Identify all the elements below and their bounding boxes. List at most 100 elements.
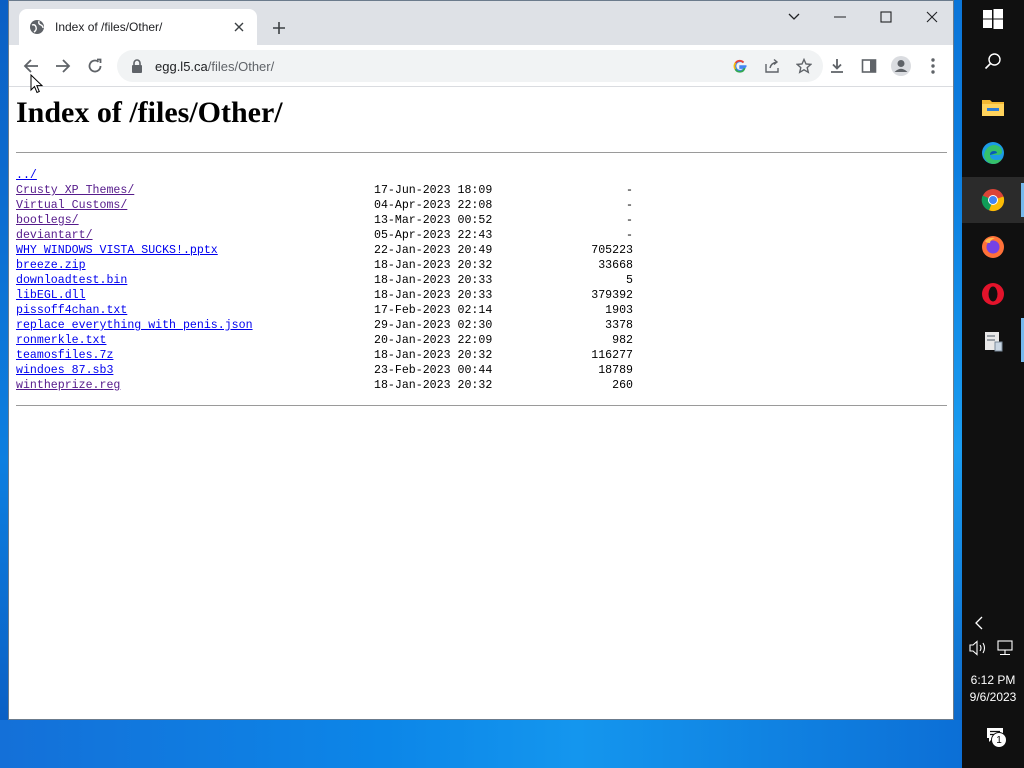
- mouse-cursor-icon: [30, 73, 44, 94]
- profile-avatar-icon[interactable]: [887, 52, 915, 80]
- listing-row: breeze.zip 18-Jan-2023 20:32 33668: [16, 258, 716, 273]
- file-link[interactable]: Crusty XP Themes/: [16, 183, 134, 198]
- tray-chevron-icon[interactable]: [970, 614, 988, 632]
- chrome-icon[interactable]: [962, 177, 1024, 223]
- file-date: 17-Feb-2023 02:14: [374, 304, 493, 317]
- desktop-wallpaper-bottom: [0, 720, 962, 768]
- side-panel-icon[interactable]: [855, 52, 883, 80]
- tab-active[interactable]: Index of /files/Other/: [19, 9, 257, 45]
- file-size: 3378: [605, 319, 633, 332]
- taskbar-clock[interactable]: 6:12 PM 9/6/2023: [962, 672, 1024, 706]
- tab-search-chevron-icon[interactable]: [771, 3, 817, 31]
- file-size: 705223: [591, 244, 633, 257]
- forward-arrow-icon[interactable]: [49, 52, 77, 80]
- file-link[interactable]: downloadtest.bin: [16, 273, 127, 288]
- file-date: 17-Jun-2023 18:09: [374, 184, 493, 197]
- file-date: 18-Jan-2023 20:33: [374, 289, 493, 302]
- listing-row: Virtual Customs/04-Apr-2023 22:08 -: [16, 198, 716, 213]
- file-date: 05-Apr-2023 22:43: [374, 229, 493, 242]
- download-icon[interactable]: [823, 52, 851, 80]
- file-size: -: [626, 229, 633, 242]
- listing-row: downloadtest.bin 18-Jan-2023 20:33 5: [16, 273, 716, 288]
- file-link[interactable]: libEGL.dll: [16, 288, 86, 303]
- file-size: 379392: [591, 289, 633, 302]
- file-date: 22-Jan-2023 20:49: [374, 244, 493, 257]
- file-size: -: [626, 184, 633, 197]
- taskbar-search-icon[interactable]: [962, 38, 1024, 84]
- listing-row: bootlegs/13-Mar-2023 00:52 -: [16, 213, 716, 228]
- listing-row: replace everything with penis.json 29-Jan…: [16, 318, 716, 333]
- google-lens-icon[interactable]: [731, 57, 749, 75]
- bookmark-star-icon[interactable]: [795, 57, 813, 75]
- browser-window: Index of /files/Other/ egg.l5.ca/files/O…: [8, 0, 954, 720]
- file-size: 18789: [598, 364, 633, 377]
- firefox-icon[interactable]: [962, 224, 1024, 270]
- file-date: 04-Apr-2023 22:08: [374, 199, 493, 212]
- listing-row: Crusty XP Themes/17-Jun-2023 18:09 -: [16, 183, 716, 198]
- tab-close-icon[interactable]: [231, 19, 247, 35]
- file-link[interactable]: Virtual Customs/: [16, 198, 127, 213]
- file-link[interactable]: breeze.zip: [16, 258, 86, 273]
- app-icon[interactable]: [962, 318, 1024, 364]
- file-link[interactable]: ronmerkle.txt: [16, 333, 106, 348]
- file-size: 5: [626, 274, 633, 287]
- file-size: -: [626, 199, 633, 212]
- file-size: 33668: [598, 259, 633, 272]
- listing-row: teamosfiles.7z 18-Jan-2023 20:32 116277: [16, 348, 716, 363]
- share-icon[interactable]: [763, 57, 781, 75]
- desktop-wallpaper: [0, 0, 8, 768]
- listing-row: windoes 87.sb3 23-Feb-2023 00:44 18789: [16, 363, 716, 378]
- file-link[interactable]: bootlegs/: [16, 213, 79, 228]
- url-text[interactable]: egg.l5.ca/files/Other/: [155, 59, 274, 74]
- maximize-button[interactable]: [863, 3, 909, 31]
- directory-listing: ../Crusty XP Themes/17-Jun-2023 18:09- Vi…: [16, 168, 716, 393]
- kebab-menu-icon[interactable]: [919, 52, 947, 80]
- reload-icon[interactable]: [81, 52, 109, 80]
- start-button[interactable]: [962, 0, 1024, 42]
- file-link[interactable]: windoes 87.sb3: [16, 363, 113, 378]
- listing-row: wintheprize.reg 18-Jan-2023 20:32 260: [16, 378, 716, 393]
- file-link[interactable]: wintheprize.reg: [16, 378, 120, 393]
- lock-icon[interactable]: [129, 58, 145, 74]
- minimize-button[interactable]: [817, 3, 863, 31]
- browser-toolbar: egg.l5.ca/files/Other/: [9, 45, 953, 87]
- file-size: 116277: [591, 349, 633, 362]
- divider-bottom: [16, 405, 947, 406]
- tab-title: Index of /files/Other/: [55, 20, 163, 34]
- file-size: 982: [612, 334, 633, 347]
- file-date: 18-Jan-2023 20:33: [374, 274, 493, 287]
- file-date: 18-Jan-2023 20:32: [374, 349, 493, 362]
- listing-row: WHY WINDOWS VISTA SUCKS!.pptx 22-Jan-2023…: [16, 243, 716, 258]
- file-link[interactable]: WHY WINDOWS VISTA SUCKS!.pptx: [16, 243, 218, 258]
- file-size: -: [626, 214, 633, 227]
- listing-row: deviantart/05-Apr-2023 22:43 -: [16, 228, 716, 243]
- volume-icon[interactable]: [968, 638, 990, 658]
- file-link[interactable]: pissoff4chan.txt: [16, 303, 127, 318]
- address-bar[interactable]: egg.l5.ca/files/Other/: [117, 50, 823, 82]
- close-window-button[interactable]: [909, 3, 953, 31]
- file-link[interactable]: ../: [16, 168, 37, 183]
- listing-row: pissoff4chan.txt 17-Feb-2023 02:14 1903: [16, 303, 716, 318]
- file-date: 20-Jan-2023 22:09: [374, 334, 493, 347]
- page-content: Index of /files/Other/ ../Crusty XP Them…: [9, 88, 953, 719]
- file-size: 1903: [605, 304, 633, 317]
- tab-strip: Index of /files/Other/: [9, 1, 953, 45]
- file-link[interactable]: deviantart/: [16, 228, 93, 243]
- opera-icon[interactable]: [962, 271, 1024, 317]
- file-date: 18-Jan-2023 20:32: [374, 259, 493, 272]
- file-date: 13-Mar-2023 00:52: [374, 214, 493, 227]
- file-date: 18-Jan-2023 20:32: [374, 379, 493, 392]
- file-link[interactable]: teamosfiles.7z: [16, 348, 113, 363]
- edge-icon[interactable]: [962, 130, 1024, 176]
- new-tab-button[interactable]: [267, 16, 291, 40]
- clock-date: 9/6/2023: [969, 690, 1017, 704]
- clock-time: 6:12 PM: [970, 673, 1016, 687]
- listing-row: ../: [16, 168, 716, 183]
- file-explorer-icon[interactable]: [962, 84, 1024, 130]
- notification-count-badge: 1: [991, 732, 1007, 748]
- file-link[interactable]: replace everything with penis.json: [16, 318, 253, 333]
- network-icon[interactable]: [994, 638, 1016, 658]
- listing-row: ronmerkle.txt 20-Jan-2023 22:09 982: [16, 333, 716, 348]
- globe-icon: [29, 19, 45, 35]
- windows-logo-icon: [983, 9, 1003, 29]
